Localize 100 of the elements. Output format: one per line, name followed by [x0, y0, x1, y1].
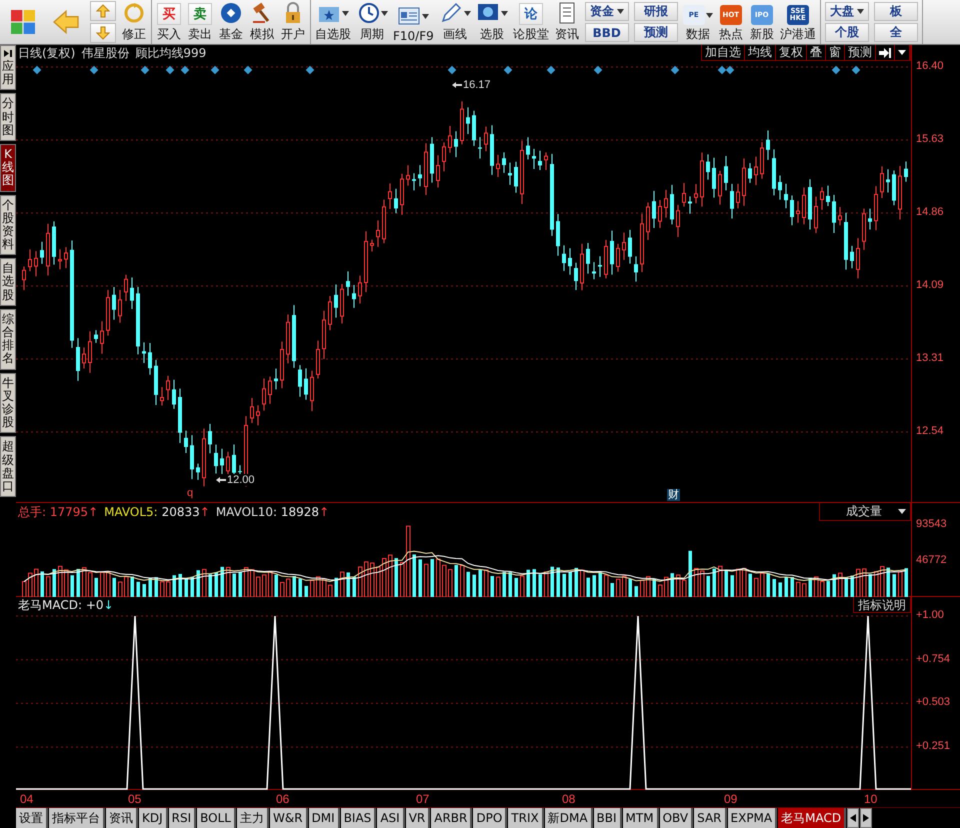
chart-title: 日线(复权)	[18, 44, 76, 62]
toolbar-button[interactable]: 开户	[278, 0, 308, 44]
toolbar-button[interactable]: 论 论股堂	[510, 0, 551, 44]
volume-axis-label: 93543	[916, 518, 947, 530]
indicator-tab[interactable]: MTM	[622, 808, 659, 828]
high-price-label: 16.17	[452, 79, 491, 91]
sidebar-tab[interactable]: 牛叉诊股	[0, 372, 16, 434]
indicator-tab[interactable]: 新DMA	[544, 808, 593, 828]
indicator-tab[interactable]: EXPMA	[728, 808, 778, 828]
toolbar-button[interactable]: 板	[874, 2, 918, 21]
indicator-tab[interactable]: OBV	[660, 808, 694, 828]
indicator-tab[interactable]: BBI	[594, 808, 622, 828]
caret-icon	[381, 10, 388, 16]
clock-icon	[356, 1, 380, 25]
indicator-axis-label: +0.503	[916, 696, 950, 708]
indicator-tab[interactable]: 设置	[16, 808, 48, 828]
up-arrow-button[interactable]	[90, 1, 116, 21]
toolbar-button[interactable]: 全	[874, 23, 918, 42]
sidebar-tab[interactable]: 个股资料	[0, 194, 16, 256]
indicator-tab[interactable]: RSI	[168, 808, 196, 828]
indicator-tab[interactable]: 老马MACD	[778, 808, 846, 828]
dropdown-button[interactable]	[895, 45, 910, 60]
indicator-tab[interactable]: SAR	[694, 808, 727, 828]
indicator-axis-label: +0.754	[916, 652, 950, 665]
left-triangle-icon	[850, 814, 856, 822]
indicator-tab[interactable]: DPO	[473, 808, 508, 828]
indicator-tab[interactable]: 主力	[237, 808, 269, 828]
toolbar-button[interactable]: 买 买入	[154, 0, 184, 44]
sidebar-tab[interactable]: 超级盘口	[0, 436, 16, 498]
caret-icon	[464, 10, 471, 16]
toolbar-button[interactable]: 研报	[634, 2, 678, 21]
scroll-left-button[interactable]	[847, 808, 860, 828]
chart-button[interactable]: 均线	[745, 45, 776, 60]
date-axis-label: 07	[416, 792, 430, 806]
indicator-tab[interactable]: BOLL	[197, 808, 236, 828]
indicator-info-button[interactable]: 指标说明	[853, 597, 911, 613]
up-arrow-icon	[96, 4, 110, 18]
toolbar-button[interactable]: 资讯	[552, 0, 582, 44]
indicator-tab[interactable]: 资讯	[106, 808, 138, 828]
legend-item: 总手: 17795↑	[18, 504, 98, 520]
toolbar-button[interactable]: 自选股	[313, 0, 353, 44]
sidebar-tab[interactable]: 综合排名	[0, 308, 16, 370]
toolbar-button[interactable]: 资金	[584, 2, 629, 21]
left-arrow-icon	[216, 477, 226, 483]
character-icon: 买	[157, 3, 181, 25]
toolbar-button[interactable]: 周期	[354, 0, 390, 44]
date-axis-label: 05	[128, 792, 142, 806]
toolbar-button[interactable]: 大盘	[824, 2, 869, 21]
caret-icon	[422, 14, 430, 18]
indicator-tab[interactable]: KDJ	[139, 808, 168, 828]
toolbar-button[interactable]: 选股	[474, 0, 510, 44]
sidebar-tab[interactable]: 应用	[0, 45, 16, 90]
date-axis-label: 09	[724, 792, 738, 806]
chart-button[interactable]: 加自选	[702, 45, 745, 60]
indicator-tab[interactable]: W&R	[270, 808, 308, 828]
indicator-tab[interactable]: BIAS	[340, 808, 376, 828]
date-axis-label: 04	[20, 792, 34, 806]
legend-item: MAVOL10: 18928↑	[216, 505, 330, 519]
chart-button[interactable]: 复权	[776, 45, 807, 60]
expand-icon	[4, 49, 12, 58]
skip-end-button[interactable]	[876, 45, 895, 60]
sidebar-tab[interactable]: 分时图	[0, 93, 16, 141]
indicator-dropdown[interactable]: 成交量	[819, 503, 911, 521]
sidebar-tab[interactable]: 自选股	[0, 258, 16, 306]
toolbar-button[interactable]: 基金	[216, 0, 246, 44]
indicator-tab[interactable]: TRIX	[508, 808, 544, 828]
price-axis-label: 14.09	[916, 279, 944, 291]
sidebar-tab[interactable]: K线图	[0, 144, 16, 192]
date-axis-label: 10	[864, 792, 878, 806]
low-price-label: 12.00	[216, 474, 255, 486]
left-arrow-icon	[452, 82, 462, 88]
chart-button[interactable]: 预测	[845, 45, 876, 60]
down-arrow-button[interactable]	[90, 23, 116, 43]
chart-title: 顾比均线999	[135, 44, 206, 62]
date-axis-label: 08	[562, 792, 576, 806]
character-icon: 卖	[188, 3, 212, 25]
skip-end-icon	[879, 48, 891, 58]
indicator-tab[interactable]: VR	[406, 808, 430, 828]
indicator-tab[interactable]: DMI	[308, 808, 340, 828]
toolbar-button[interactable]: BBD	[584, 23, 629, 42]
toolbar-button[interactable]: 修正	[119, 0, 149, 44]
chart-button[interactable]: 叠	[807, 45, 826, 60]
toolbar-button[interactable]: 卖 卖出	[185, 0, 215, 44]
indicator-axis-label: +0.251	[916, 740, 950, 752]
date-axis-label: 06	[276, 792, 290, 806]
event-marker[interactable]: 财	[667, 489, 680, 501]
caret-icon	[706, 12, 713, 18]
chart-title: 伟星股份	[81, 44, 130, 62]
legend-item: MAVOL5: 20833↑	[104, 505, 210, 519]
toolbar-button[interactable]: F10/F9	[391, 0, 436, 44]
character-icon: 论	[518, 3, 543, 25]
indicator-tab[interactable]: ASI	[377, 808, 405, 828]
scroll-right-button[interactable]	[860, 808, 872, 828]
toolbar-button[interactable]: 模拟	[247, 0, 277, 44]
toolbar-button[interactable]: 画线	[436, 0, 473, 44]
event-marker[interactable]: q	[187, 487, 194, 499]
indicator-tab[interactable]: ARBR	[431, 808, 472, 828]
toolbar-button[interactable]: 个股	[824, 23, 869, 42]
toolbar-button[interactable]: 预测	[634, 23, 678, 42]
indicator-tab[interactable]: 指标平台	[49, 808, 105, 828]
